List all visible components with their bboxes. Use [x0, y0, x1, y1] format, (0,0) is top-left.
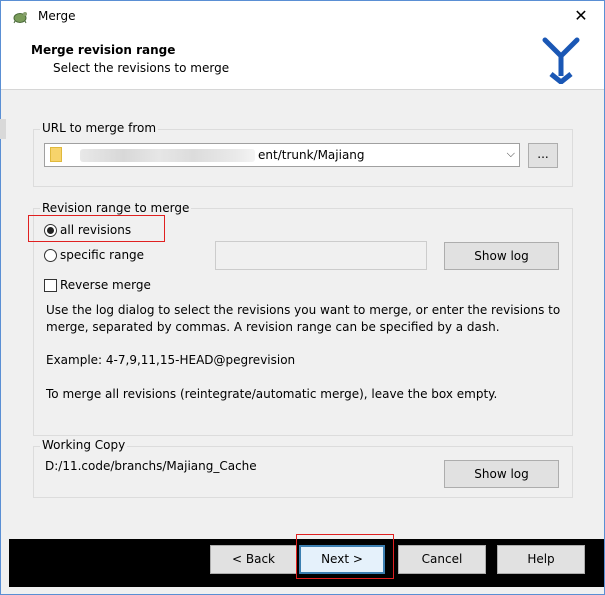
- close-icon: ✕: [574, 6, 588, 25]
- url-text: ent/trunk/Majiang: [258, 148, 365, 162]
- merge-dialog: Merge ✕ Merge revision range Select the …: [0, 0, 605, 595]
- background-window-edge: [0, 119, 6, 139]
- specific-range-radio[interactable]: [44, 249, 57, 262]
- help-text-reintegrate: To merge all revisions (reintegrate/auto…: [46, 387, 498, 401]
- working-copy-group-label: Working Copy: [40, 438, 128, 452]
- url-combobox[interactable]: ent/trunk/Majiang ⌵: [44, 143, 520, 167]
- redacted-url-prefix: [80, 149, 255, 162]
- close-button[interactable]: ✕: [567, 5, 595, 27]
- folder-icon: [50, 147, 62, 162]
- wizard-header: Merge revision range Select the revision…: [1, 32, 604, 90]
- cancel-button[interactable]: Cancel: [398, 545, 486, 574]
- highlight-box-all-revisions: [28, 215, 165, 242]
- page-title: Merge revision range: [31, 43, 176, 57]
- help-button[interactable]: Help: [497, 545, 585, 574]
- show-log-button[interactable]: Show log: [444, 242, 559, 270]
- revision-range-input[interactable]: [215, 241, 427, 270]
- working-copy-show-log-button[interactable]: Show log: [444, 460, 559, 488]
- back-button[interactable]: < Back: [210, 545, 297, 574]
- window-title: Merge: [38, 9, 76, 23]
- browse-button[interactable]: ...: [528, 143, 558, 168]
- working-copy-path: D:/11.code/branchs/Majiang_Cache: [45, 459, 257, 473]
- tortoise-app-icon: [13, 12, 27, 24]
- title-bar: Merge ✕: [1, 1, 604, 32]
- reverse-merge-checkbox[interactable]: [44, 279, 57, 292]
- chevron-down-icon[interactable]: ⌵: [507, 147, 515, 161]
- page-subtitle: Select the revisions to merge: [53, 61, 230, 75]
- specific-range-label[interactable]: specific range: [60, 248, 144, 262]
- highlight-box-next: [296, 534, 394, 579]
- help-text-revisions: Use the log dialog to select the revisio…: [46, 303, 561, 334]
- revision-range-group-label: Revision range to merge: [40, 201, 192, 215]
- url-group-label: URL to merge from: [40, 121, 159, 135]
- reverse-merge-label[interactable]: Reverse merge: [60, 278, 151, 292]
- merge-arrows-icon: [542, 37, 580, 84]
- example-text: Example: 4-7,9,11,15-HEAD@pegrevision: [46, 353, 296, 367]
